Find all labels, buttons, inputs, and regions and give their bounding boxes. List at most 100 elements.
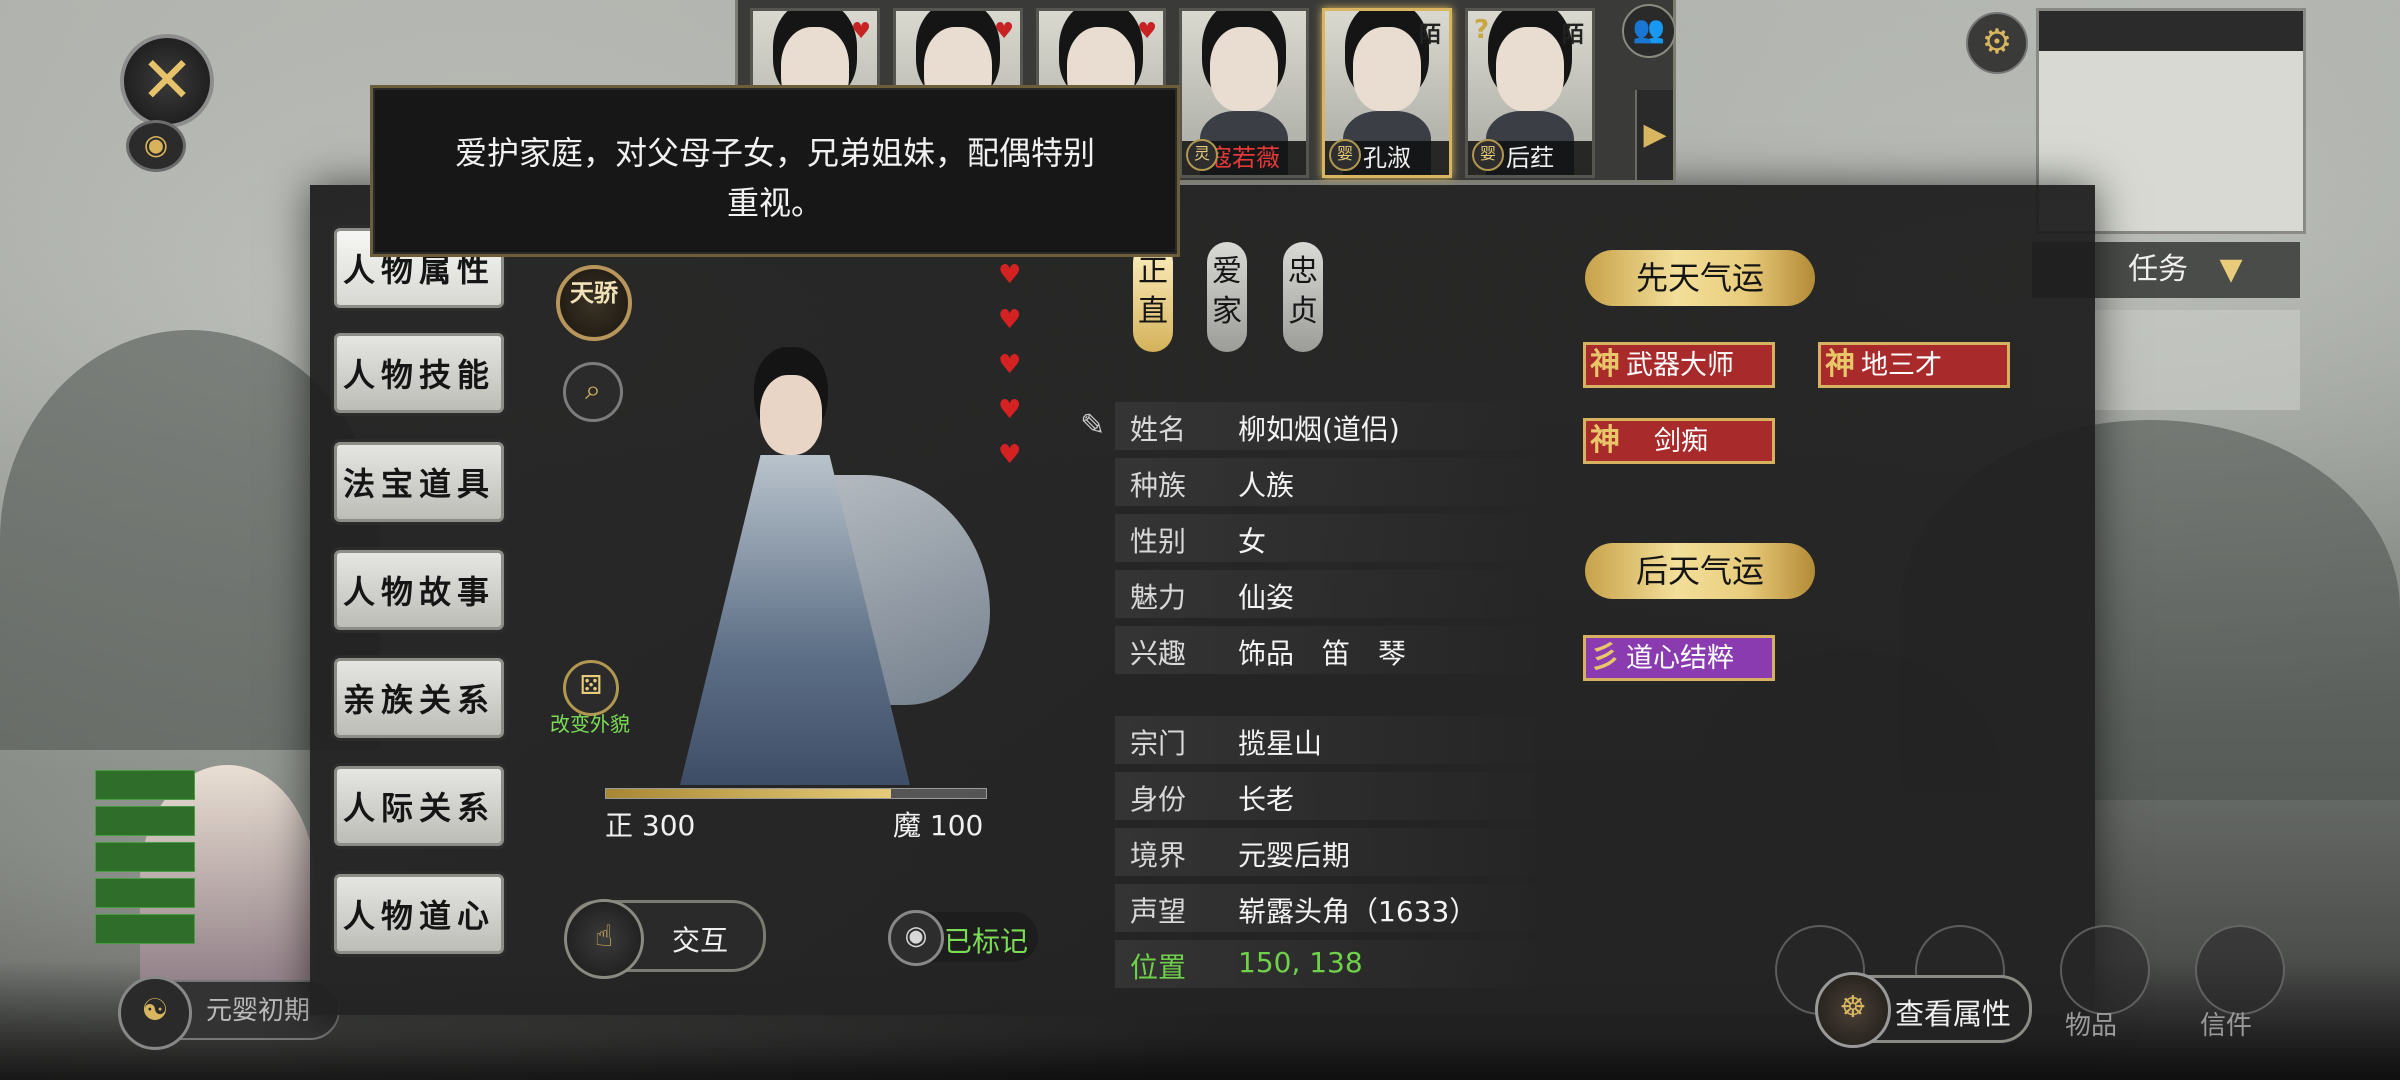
- gear-icon[interactable]: ⚙: [1966, 12, 2028, 74]
- nav-dao-heart[interactable]: 人物道心: [334, 874, 504, 954]
- heart-icon: ♥: [994, 19, 1014, 44]
- character-portrait: [600, 355, 1000, 785]
- status-tag: [95, 842, 195, 872]
- info-value: 柳如烟(道侣): [1238, 413, 1400, 446]
- question-icon: ?: [1474, 15, 1490, 45]
- trait-name: 道心结粹: [1626, 643, 1734, 674]
- info-key: 兴趣: [1130, 637, 1187, 670]
- demonic-value: 魔 100: [893, 809, 984, 842]
- view-attributes-button[interactable]: ☸ 查看属性: [1815, 972, 2032, 1048]
- info-value: 揽星山: [1238, 727, 1323, 760]
- heart-icon: ♥: [998, 260, 1022, 290]
- virtue-chip[interactable]: 忠贞: [1283, 242, 1323, 352]
- trait-innate[interactable]: 神地三才: [1818, 342, 2010, 388]
- trait-acquired[interactable]: 彡道心结粹: [1583, 635, 1775, 681]
- info-row-location[interactable]: 位置 150, 138: [1115, 940, 1535, 988]
- interact-label: 交互: [672, 924, 729, 957]
- info-row: 性别 女: [1115, 514, 1535, 562]
- info-value: 仙姿: [1238, 581, 1295, 614]
- info-key: 魅力: [1130, 581, 1187, 614]
- info-key: 身份: [1130, 783, 1187, 816]
- virtue-chip[interactable]: 爱家: [1207, 242, 1247, 352]
- portrait-tag: 婴: [1329, 139, 1361, 171]
- close-button[interactable]: ✕: [120, 34, 214, 128]
- nav-kinship[interactable]: 亲族关系: [334, 658, 504, 738]
- heart-icon: ♥: [998, 305, 1022, 335]
- virtue-chip[interactable]: 正直: [1133, 242, 1173, 352]
- info-row: 魅力 仙姿: [1115, 570, 1535, 618]
- status-tag: [95, 878, 195, 908]
- view-attributes-label: 查看属性: [1895, 997, 2012, 1031]
- info-key: 位置: [1130, 951, 1187, 984]
- portrait-card[interactable]: ? 陌 后荭 婴: [1465, 8, 1595, 178]
- portrait-face: [1353, 27, 1421, 111]
- trait-name: 剑痴: [1654, 426, 1708, 457]
- trait-innate[interactable]: 神武器大师: [1583, 342, 1775, 388]
- heart-icon: ♥: [851, 19, 871, 44]
- trait-name: 武器大师: [1626, 350, 1734, 381]
- info-row: 身份 长老: [1115, 772, 1535, 820]
- minimap-header: [2039, 11, 2303, 51]
- portrait-card-selected[interactable]: 陌 孔淑 婴: [1322, 8, 1452, 178]
- portrait-face: [1496, 27, 1564, 111]
- people-icon[interactable]: 👥: [1622, 4, 1676, 58]
- chevron-down-icon: ▼: [2219, 252, 2243, 287]
- realm-icon: ☯: [118, 976, 192, 1050]
- affection-hearts: ♥ ♥ ♥ ♥ ♥: [998, 260, 1028, 485]
- hud-round-button[interactable]: [2060, 925, 2150, 1015]
- trait-tooltip: 爱护家庭，对父母子女，兄弟姐妹，配偶特别重视。: [370, 85, 1180, 257]
- close-icon: ✕: [140, 44, 194, 118]
- heart-icon: ♥: [998, 350, 1022, 380]
- info-key: 性别: [1130, 525, 1187, 558]
- hud-round-button[interactable]: [2195, 925, 2285, 1015]
- info-value: 崭露头角（1633）: [1238, 895, 1478, 928]
- info-row: 声望 崭露头角（1633）: [1115, 884, 1535, 932]
- eye-icon: ◉: [888, 910, 944, 966]
- edit-name-icon[interactable]: ✎: [1080, 408, 1105, 443]
- info-key: 声望: [1130, 895, 1187, 928]
- trait-prefix: 彡: [1590, 640, 1620, 675]
- info-key: 姓名: [1130, 413, 1187, 446]
- innate-fortune-title: 先天气运: [1585, 250, 1815, 306]
- nav-character-skills[interactable]: 人物技能: [334, 333, 504, 413]
- heart-icon: ♥: [1137, 19, 1157, 44]
- info-value: 人族: [1238, 469, 1295, 502]
- info-value: 饰品 笛 琴: [1238, 637, 1407, 670]
- compass-icon[interactable]: ◉: [126, 120, 186, 172]
- portrait-tag: 婴: [1472, 139, 1504, 171]
- info-value: 女: [1238, 525, 1267, 558]
- heart-icon: ♥: [998, 395, 1022, 425]
- status-tags: [95, 770, 195, 950]
- trait-prefix: 神: [1590, 347, 1620, 382]
- info-key: 种族: [1130, 469, 1187, 502]
- hand-icon: ☝: [564, 899, 644, 979]
- nav-character-story[interactable]: 人物故事: [334, 550, 504, 630]
- change-appearance-label[interactable]: 改变外貌: [530, 708, 650, 737]
- marked-label: 已标记: [944, 925, 1029, 958]
- acquired-fortune-title: 后天气运: [1585, 543, 1815, 599]
- alignment-bar: [605, 788, 987, 799]
- portrait-card[interactable]: 寇若薇 灵: [1179, 8, 1309, 178]
- portrait-face: [1210, 27, 1278, 111]
- info-row: 境界 元婴后期: [1115, 828, 1535, 876]
- heart-icon: ♥: [998, 440, 1022, 470]
- hud-label: 物品: [2065, 1011, 2118, 1041]
- alignment-bar-fill: [606, 789, 891, 798]
- interact-button[interactable]: ☝ 交互: [564, 899, 766, 979]
- meditating-figure-icon: ☸: [1815, 972, 1891, 1048]
- trait-name: 地三才: [1861, 350, 1942, 381]
- marked-toggle[interactable]: ◉ 已标记: [888, 910, 1038, 966]
- nav-social-relations[interactable]: 人际关系: [334, 766, 504, 846]
- status-tag: [95, 914, 195, 944]
- info-value: 150, 138: [1238, 946, 1363, 979]
- nav-treasures-items[interactable]: 法宝道具: [334, 442, 504, 522]
- info-key: 境界: [1130, 839, 1187, 872]
- info-value: 长老: [1238, 783, 1295, 816]
- info-key: 宗门: [1130, 727, 1187, 760]
- talent-badge[interactable]: 天骄: [556, 265, 632, 341]
- righteous-value: 正 300: [605, 809, 696, 842]
- trait-innate[interactable]: 神 剑痴: [1583, 418, 1775, 464]
- info-row: 种族 人族: [1115, 458, 1535, 506]
- strip-next-arrow-icon[interactable]: ▶: [1635, 90, 1673, 180]
- hud-label: 信件: [2200, 1011, 2253, 1041]
